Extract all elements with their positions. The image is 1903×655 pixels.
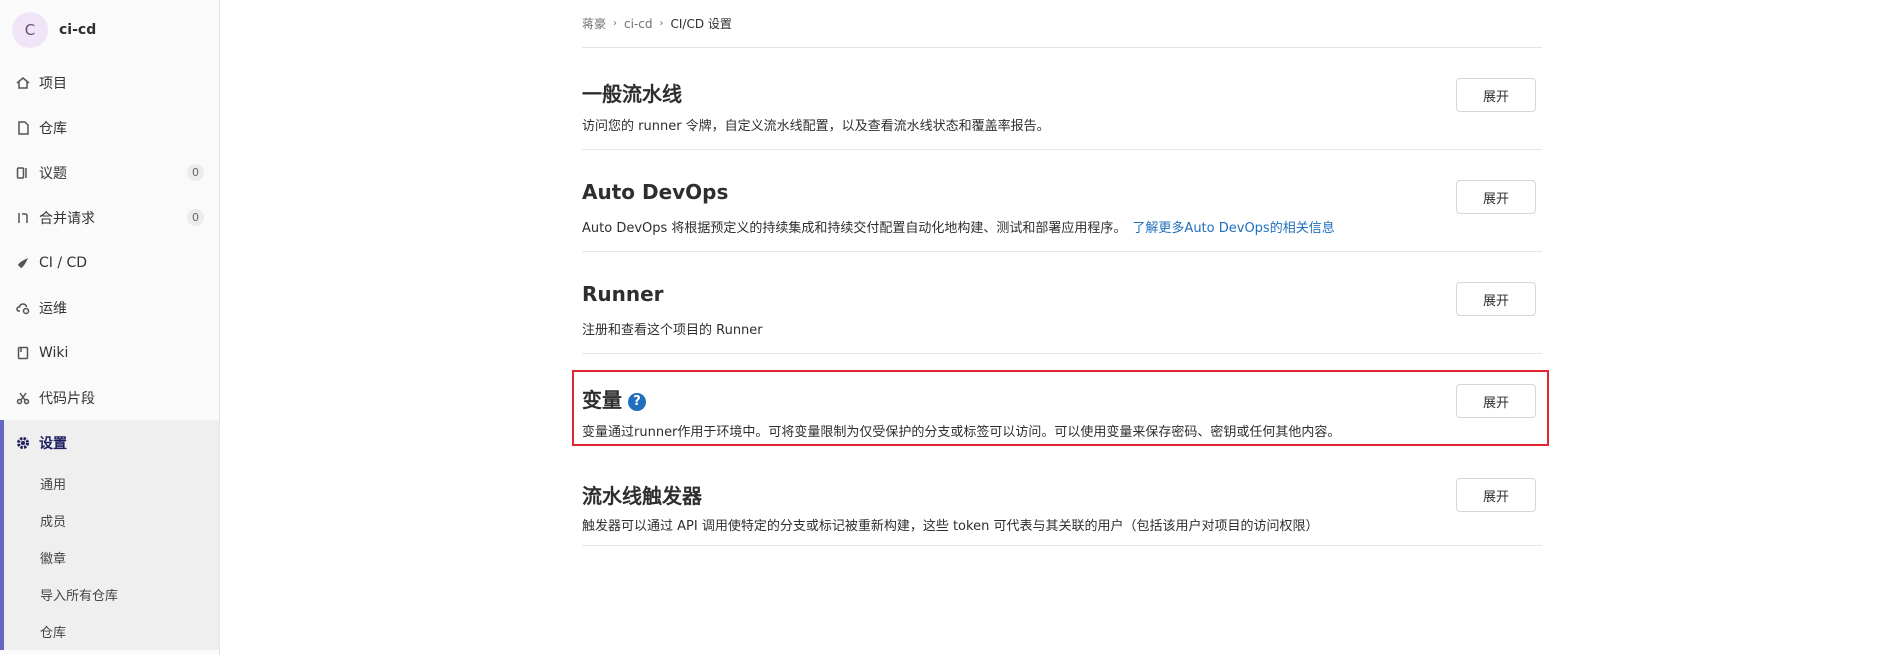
- chevron-right-icon: ›: [659, 18, 664, 29]
- expand-button[interactable]: 展开: [1456, 384, 1536, 418]
- sidebar-item-label: Wiki: [39, 344, 69, 361]
- document-icon: [15, 120, 31, 136]
- chevron-right-icon: ›: [613, 18, 618, 29]
- sidebar-item-merge-requests[interactable]: 合并请求 0: [0, 195, 219, 240]
- expand-button[interactable]: 展开: [1456, 478, 1536, 512]
- section-description-text: Auto DevOps 将根据预定义的持续集成和持续交付配置自动化地构建、测试和…: [582, 221, 1127, 236]
- breadcrumb-user[interactable]: 蒋豪: [582, 15, 606, 32]
- sidebar-item-label: 代码片段: [39, 390, 95, 407]
- section-description: Auto DevOps 将根据预定义的持续集成和持续交付配置自动化地构建、测试和…: [582, 217, 1335, 236]
- sidebar-item-operations[interactable]: 运维: [0, 285, 219, 330]
- section-runner: Runner 注册和查看这个项目的 Runner 展开: [582, 252, 1542, 354]
- merge-requests-count-badge: 0: [187, 209, 204, 226]
- issues-count-badge: 0: [187, 164, 204, 181]
- rocket-icon: [15, 255, 31, 271]
- sidebar-subitem-general[interactable]: 通用: [4, 465, 219, 502]
- sidebar-item-ci-cd[interactable]: CI / CD: [0, 240, 219, 285]
- gear-icon: [15, 435, 31, 451]
- sidebar-subitem-badges[interactable]: 徽章: [4, 539, 219, 576]
- sidebar-item-repository[interactable]: 仓库: [0, 105, 219, 150]
- sidebar-item-label: 议题: [39, 165, 67, 182]
- section-description: 注册和查看这个项目的 Runner: [582, 323, 763, 338]
- sidebar-item-project[interactable]: 项目: [0, 60, 219, 105]
- section-description: 访问您的 runner 令牌，自定义流水线配置，以及查看流水线状态和覆盖率报告。: [582, 119, 1050, 134]
- sidebar-item-wiki[interactable]: Wiki: [0, 330, 219, 375]
- home-icon: [15, 75, 31, 91]
- sidebar-item-label: 仓库: [39, 120, 67, 137]
- main-content: 蒋豪 › ci-cd › CI/CD 设置 一般流水线 访问您的 runner …: [582, 0, 1542, 546]
- expand-button[interactable]: 展开: [1456, 78, 1536, 112]
- expand-button[interactable]: 展开: [1456, 282, 1536, 316]
- project-header[interactable]: C ci-cd: [0, 0, 219, 60]
- section-description: 触发器可以通过 API 调用使特定的分支或标记被重新构建，这些 token 可代…: [582, 519, 1319, 534]
- sidebar-item-snippets[interactable]: 代码片段: [0, 375, 219, 420]
- sidebar-item-settings[interactable]: 设置: [0, 420, 219, 465]
- section-general-pipelines: 一般流水线 访问您的 runner 令牌，自定义流水线配置，以及查看流水线状态和…: [582, 48, 1542, 150]
- section-title: 一般流水线: [582, 82, 682, 106]
- sidebar-item-label: 运维: [39, 300, 67, 317]
- section-description: 变量通过runner作用于环境中。可将变量限制为仅受保护的分支或标签可以访问。可…: [582, 425, 1341, 440]
- scissors-icon: [15, 390, 31, 406]
- section-title-text: 变量: [582, 388, 622, 412]
- project-name: ci-cd: [59, 22, 97, 38]
- breadcrumb: 蒋豪 › ci-cd › CI/CD 设置: [582, 0, 1542, 48]
- section-title: Auto DevOps: [582, 180, 729, 204]
- help-icon[interactable]: ?: [628, 393, 646, 411]
- cloud-gear-icon: [15, 300, 31, 316]
- avatar: C: [12, 12, 48, 48]
- sidebar-subitem-repository[interactable]: 仓库: [4, 613, 219, 650]
- sidebar-item-label: 项目: [39, 75, 67, 92]
- breadcrumb-current[interactable]: CI/CD 设置: [671, 15, 732, 32]
- section-variables: 变量? 变量通过runner作用于环境中。可将变量限制为仅受保护的分支或标签可以…: [582, 354, 1542, 456]
- learn-more-link[interactable]: 了解更多Auto DevOps的相关信息: [1132, 221, 1334, 236]
- merge-request-icon: [15, 210, 31, 226]
- breadcrumb-project[interactable]: ci-cd: [624, 17, 652, 31]
- section-auto-devops: Auto DevOps Auto DevOps 将根据预定义的持续集成和持续交付…: [582, 150, 1542, 252]
- sidebar-subitem-members[interactable]: 成员: [4, 502, 219, 539]
- book-icon: [15, 345, 31, 361]
- sidebar-item-label: 合并请求: [39, 210, 95, 227]
- issues-icon: [15, 165, 31, 181]
- section-title: 变量?: [582, 384, 646, 413]
- section-title: 流水线触发器: [582, 484, 702, 508]
- sidebar: C ci-cd 项目 仓库 议题 0 合并请求 0 CI / CD 运维 Wik…: [0, 0, 220, 655]
- settings-submenu: 通用 成员 徽章 导入所有仓库 仓库: [0, 465, 219, 650]
- sidebar-subitem-import-repositories[interactable]: 导入所有仓库: [4, 576, 219, 613]
- sidebar-item-label: 设置: [39, 435, 67, 452]
- expand-button[interactable]: 展开: [1456, 180, 1536, 214]
- sidebar-item-issues[interactable]: 议题 0: [0, 150, 219, 195]
- sidebar-item-label: CI / CD: [39, 254, 88, 271]
- section-pipeline-triggers: 流水线触发器 触发器可以通过 API 调用使特定的分支或标记被重新构建，这些 t…: [582, 456, 1542, 546]
- section-title: Runner: [582, 282, 664, 306]
